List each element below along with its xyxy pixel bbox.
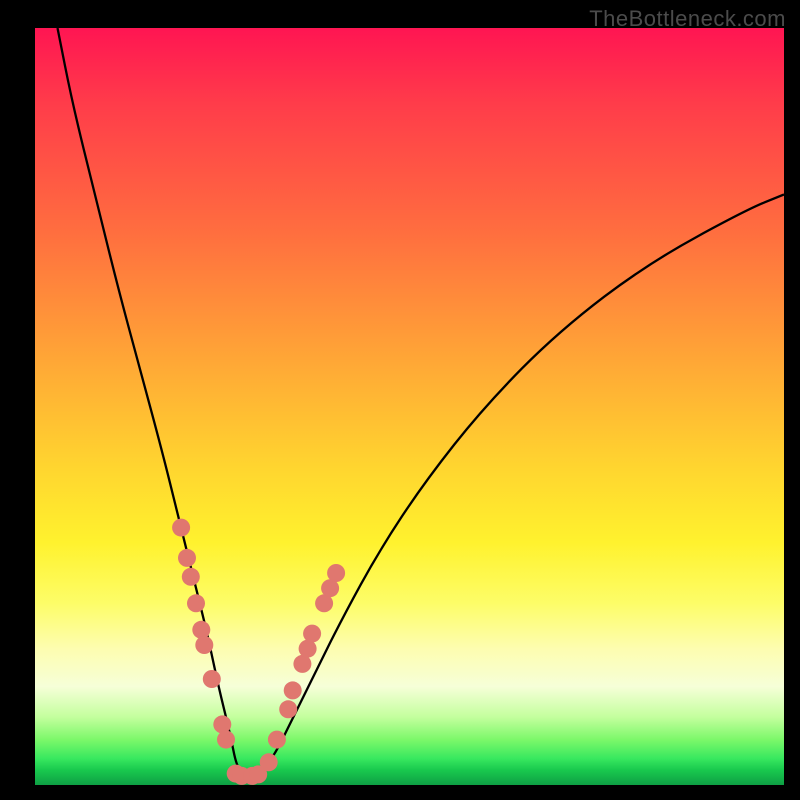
sample-dot <box>217 731 235 749</box>
sample-dot <box>284 681 302 699</box>
sample-dot <box>260 753 278 771</box>
bottleneck-curve <box>58 28 785 776</box>
curve-layer <box>35 28 784 785</box>
plot-area <box>35 28 784 785</box>
watermark-text: TheBottleneck.com <box>589 6 786 32</box>
sample-dot <box>213 715 231 733</box>
sample-dot <box>178 549 196 567</box>
sample-dot <box>187 594 205 612</box>
sample-dot <box>182 568 200 586</box>
sample-dot <box>303 625 321 643</box>
sample-dot <box>192 621 210 639</box>
sample-dot <box>268 731 286 749</box>
sample-dot <box>172 519 190 537</box>
sample-dot <box>279 700 297 718</box>
sample-dot <box>203 670 221 688</box>
sample-dot <box>195 636 213 654</box>
chart-frame: TheBottleneck.com <box>0 0 800 800</box>
sample-dot <box>327 564 345 582</box>
sample-dots-group <box>172 519 345 785</box>
